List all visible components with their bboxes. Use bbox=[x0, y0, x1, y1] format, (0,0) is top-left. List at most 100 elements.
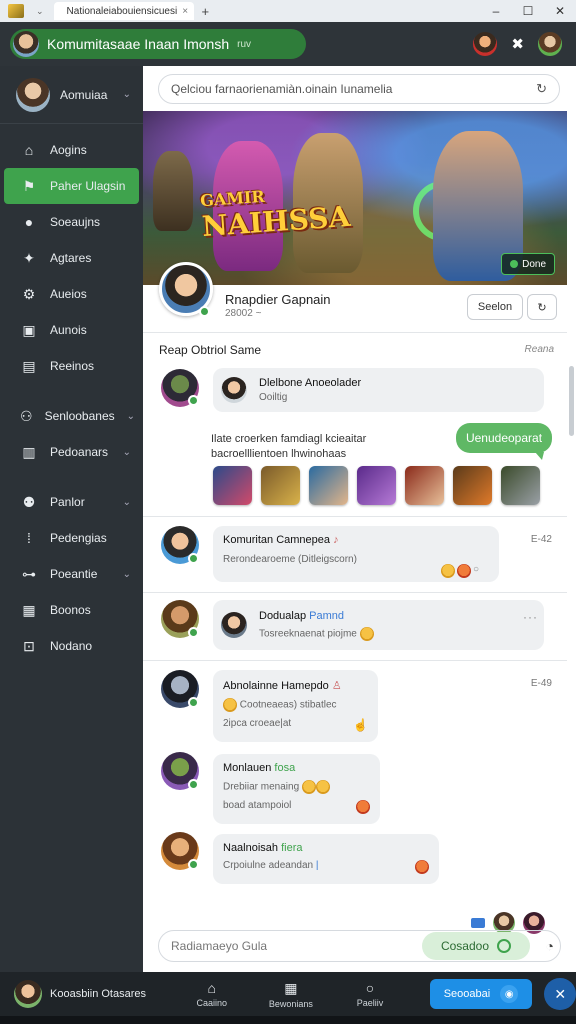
sidebar-item-3[interactable]: ✦ Agtares bbox=[0, 240, 143, 276]
send-button-label: Cosadoo bbox=[440, 939, 490, 953]
profile-button-label: Seelon bbox=[477, 301, 513, 313]
window-controls: – ☐ ✕ bbox=[480, 4, 576, 18]
wrench-icon[interactable]: ✖ bbox=[511, 35, 524, 53]
profile-name: Rnapdier Gapnain bbox=[225, 292, 331, 307]
chat-bubble-icon[interactable]: ◔ bbox=[546, 938, 554, 954]
sidebar-item-6[interactable]: ▤ Reeinos bbox=[0, 348, 143, 384]
sidebar-item-0[interactable]: ⌂ Aogins bbox=[0, 132, 143, 168]
sidebar-item-4[interactable]: ⚙ Aueios bbox=[0, 276, 143, 312]
sidebar-user[interactable]: Aomuiaa ⌄ bbox=[0, 66, 143, 124]
verified-badge bbox=[188, 395, 199, 406]
banner-character bbox=[153, 151, 193, 231]
sidebar-item-5[interactable]: ▣ Aunois bbox=[0, 312, 143, 348]
bottom-nav-label: Paeliiv bbox=[356, 998, 384, 1008]
message-bubble[interactable]: Abnolainne Hamepdo ♙ Cootneaeas) stibatl… bbox=[213, 670, 378, 742]
bottom-user[interactable]: Kooasbiin Otasares bbox=[14, 980, 172, 1008]
search-bar[interactable]: Qelciou farnaorienamiàn.oinain Iunamelia… bbox=[158, 74, 560, 104]
verified-badge bbox=[188, 859, 199, 870]
bottom-user-name: Kooasbiin Otasares bbox=[50, 988, 146, 1000]
home-icon: ⌂ bbox=[207, 980, 216, 996]
bottom-nav-item[interactable]: ○ Paeliiv bbox=[330, 980, 409, 1008]
section-title: Reap Obtriol Same bbox=[159, 343, 262, 357]
sidebar-item-10[interactable]: ⁞ Pedengias bbox=[0, 520, 143, 556]
message-text: Drebiiar menaing bbox=[223, 780, 330, 794]
smile-emoji-icon bbox=[440, 564, 455, 578]
bottom-action-button[interactable]: Seooabai ◉ bbox=[429, 979, 533, 1009]
hero-thumbnail[interactable] bbox=[213, 466, 252, 505]
reaction-emojis[interactable]: ○ bbox=[440, 564, 479, 578]
message-bubble[interactable]: Komuritan Camnepea ♪ Rerondearoeme (Ditl… bbox=[213, 526, 499, 582]
hero-thumbnail[interactable] bbox=[309, 466, 348, 505]
sidebar-item-13[interactable]: ⊡ Nodano bbox=[0, 628, 143, 664]
main-panel: Qelciou farnaorienamiàn.oinain Iunamelia… bbox=[143, 66, 576, 972]
message-text: Rerondearoeme (Ditleigscorn) bbox=[223, 554, 357, 565]
tab-close-icon[interactable]: × bbox=[182, 6, 188, 17]
sidebar-item-label: Paher Ulagsin bbox=[50, 179, 126, 193]
calendar-icon: ▣ bbox=[22, 321, 36, 338]
message-time: E-49 bbox=[530, 678, 552, 689]
mini-avatar bbox=[221, 612, 247, 638]
game-banner: GAMIR NAIHSSA Done bbox=[143, 111, 567, 285]
more-options-icon[interactable]: ··· bbox=[523, 610, 538, 624]
grid-icon: ▦ bbox=[22, 601, 36, 618]
bottom-bar: Kooasbiin Otasares ⌂ Caaiino ▦ Bewonians ○… bbox=[0, 972, 576, 1016]
message-bubble[interactable]: Naalnoisah fiera Crpoiulne adeandan | bbox=[213, 834, 439, 884]
message-bubble[interactable]: Monlauen fosa Drebiiar menaing boad atam… bbox=[213, 754, 380, 824]
chevron-down-icon[interactable]: ⌄ bbox=[123, 89, 131, 100]
chevron-down-icon[interactable]: ⌄ bbox=[36, 6, 44, 17]
hero-thumbnail[interactable] bbox=[453, 466, 492, 505]
maximize-button[interactable]: ☐ bbox=[512, 4, 544, 18]
grid-icon: ▦ bbox=[284, 979, 298, 996]
minimize-button[interactable]: – bbox=[480, 4, 512, 18]
sidebar-item-label: Reeinos bbox=[50, 359, 95, 373]
sidebar-item-9[interactable]: ⚉ Panlor ⌄ bbox=[0, 484, 143, 520]
community-title-pill[interactable]: Komumitasaae Inaan Imonsh ruv bbox=[10, 29, 306, 59]
message-bubble[interactable]: Dodualap Pamnd Tosreeknaenat piojme bbox=[213, 600, 544, 650]
smile-emoji-icon bbox=[315, 780, 330, 794]
composer-input[interactable]: Radiamaeyo Gula bbox=[171, 939, 267, 953]
browser-tab[interactable]: Nationaleiabouiensicuesi × bbox=[53, 2, 194, 20]
new-tab-icon[interactable]: + bbox=[202, 4, 210, 19]
message-name: Naalnoisah fiera bbox=[223, 842, 303, 854]
sidebar-item-7[interactable]: ⚇ Senloobanes ⌄ bbox=[0, 398, 143, 434]
message-bubble[interactable]: Dlelbone Anoeolader Ooiltig bbox=[213, 368, 544, 412]
friend-avatar[interactable] bbox=[473, 32, 498, 56]
sidebar-item-label: Aueios bbox=[50, 287, 87, 301]
bottom-nav-item[interactable]: ▦ Bewonians bbox=[251, 980, 330, 1009]
search-input[interactable]: Qelciou farnaorienamiàn.oinain Iunamelia bbox=[171, 82, 392, 96]
hero-thumbnail[interactable] bbox=[261, 466, 300, 505]
smile-emoji-icon bbox=[301, 780, 316, 794]
sidebar-item-8[interactable]: ▥ Pedoanars ⌄ bbox=[0, 434, 143, 470]
send-button[interactable]: Cosadoo bbox=[422, 932, 530, 960]
message-name: Abnolainne Hamepdo ♙ bbox=[223, 680, 342, 692]
message-name: Monlauen fosa bbox=[223, 762, 296, 774]
sidebar-item-12[interactable]: ▦ Boonos bbox=[0, 592, 143, 628]
window-titlebar: ⌄ Nationaleiabouiensicuesi × + – ☐ ✕ bbox=[0, 0, 576, 22]
message-composer[interactable]: Radiamaeyo Gula Cosadoo ◔ bbox=[158, 930, 561, 962]
banner-done-button[interactable]: Done bbox=[501, 253, 555, 275]
hero-thumbnail[interactable] bbox=[357, 466, 396, 505]
close-window-button[interactable]: ✕ bbox=[544, 4, 576, 18]
bottom-nav-label: Bewonians bbox=[268, 998, 313, 1009]
profile-refresh-button[interactable]: ↻ bbox=[527, 294, 557, 320]
sidebar-item-1[interactable]: ⚑ Paher Ulagsin bbox=[4, 168, 139, 204]
message-text: Cootneaeas) stibatlec bbox=[223, 698, 337, 712]
hero-thumbnail[interactable] bbox=[501, 466, 540, 505]
sidebar-item-2[interactable]: ● Soeaujns bbox=[0, 204, 143, 240]
profile-primary-button[interactable]: Seelon bbox=[467, 294, 523, 320]
app-icon[interactable] bbox=[8, 4, 24, 18]
smile-emoji-icon bbox=[223, 698, 237, 712]
message-name: Komuritan Camnepea ♪ bbox=[223, 534, 339, 546]
add-reaction-icon: ○ bbox=[472, 564, 479, 575]
hero-thumbnail[interactable] bbox=[405, 466, 444, 505]
scrollbar[interactable] bbox=[569, 366, 574, 436]
user-avatar[interactable] bbox=[538, 32, 562, 56]
message-sub: Ooiltig bbox=[259, 392, 288, 403]
refresh-icon[interactable]: ↻ bbox=[536, 81, 547, 97]
sent-message-bubble[interactable]: Uenudeoparat bbox=[456, 423, 552, 460]
chevron-down-icon: ⌄ bbox=[122, 568, 131, 580]
banner-button-label: Done bbox=[522, 258, 546, 270]
close-icon[interactable]: ✕ bbox=[544, 978, 576, 1010]
bottom-nav-item[interactable]: ⌂ Caaiino bbox=[172, 980, 251, 1008]
sidebar-item-11[interactable]: ⊶ Poeantie ⌄ bbox=[0, 556, 143, 592]
